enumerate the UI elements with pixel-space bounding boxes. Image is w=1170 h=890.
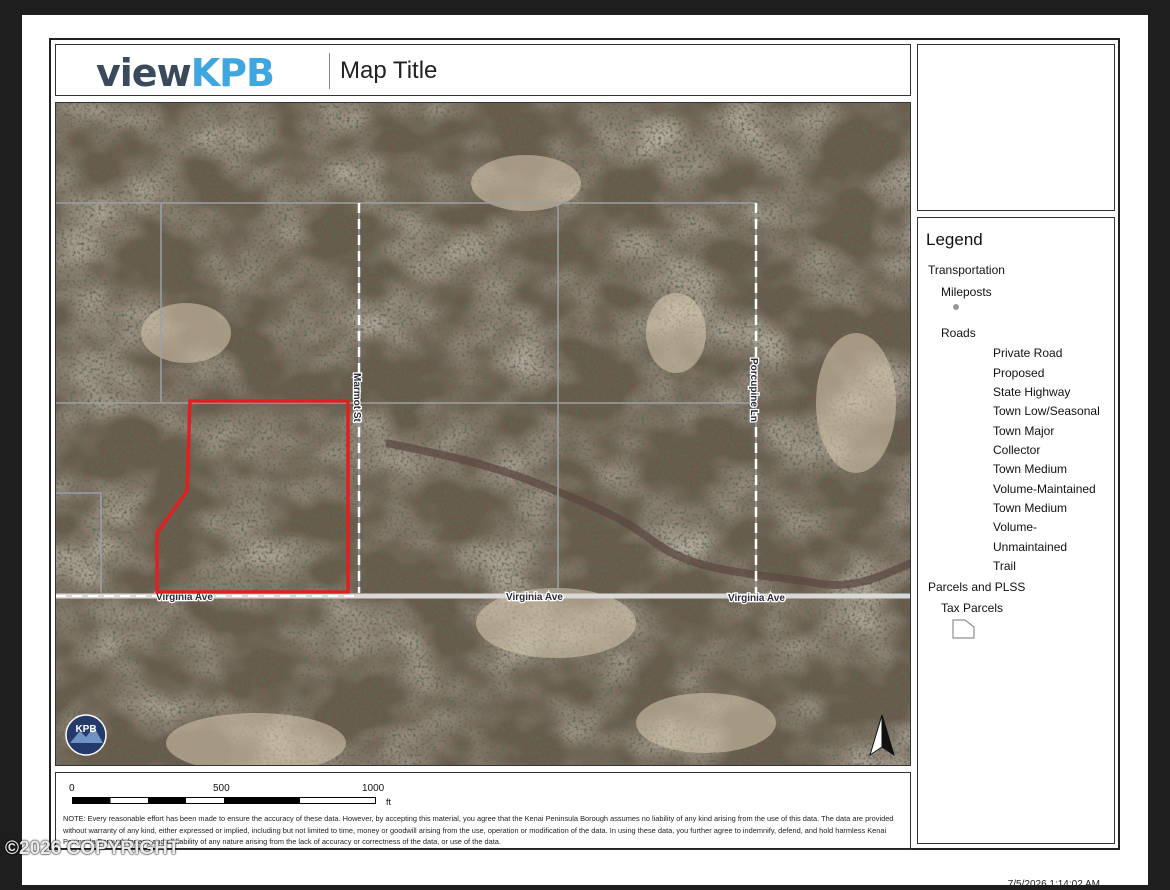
scale-label-0: 0 [69, 783, 75, 794]
scale-unit: ft [386, 797, 392, 807]
print-timestamp: 7/5/2026 1:14:02 AM [1007, 879, 1100, 890]
legend-item-state-highway: State Highway [993, 385, 1071, 399]
legend-item-unmaintained: Unmaintained [993, 540, 1068, 554]
legend-item-town-low-seasonal: Town Low/Seasonal [993, 404, 1100, 418]
legend-item-transportation: Transportation [928, 263, 1005, 277]
legend-item-private-road: Private Road [993, 346, 1063, 360]
kpb-badge-text: KPB [75, 724, 96, 735]
scale-label-1000: 1000 [362, 783, 385, 794]
legend-item-town-major: Town Major [993, 424, 1055, 438]
map-sheet: viewKPB Map Title Legend Transportation … [22, 15, 1148, 890]
legend-item-parcels-plss: Parcels and PLSS [928, 580, 1026, 594]
milepost-dot-icon [953, 304, 959, 310]
header-divider [329, 53, 330, 89]
legend-title: Legend [926, 230, 983, 249]
road-label-virginia-ave-3: Virginia Ave [728, 593, 785, 604]
footer-panel: 0 500 1000 ft NOTE: Every reasonable eff… [55, 772, 911, 850]
legend-item-trail: Trail [993, 559, 1016, 573]
legend-item-proposed: Proposed [993, 366, 1045, 380]
road-label-marmot-st: Marmot St [351, 373, 362, 423]
logo-text-view: view [96, 51, 192, 95]
legend-item-tax-parcels: Tax Parcels [941, 601, 1004, 615]
road-label-virginia-ave-2: Virginia Ave [506, 592, 563, 603]
blank-info-box [917, 44, 1115, 211]
copyright-watermark: ©2026 COPYRIGHT [5, 838, 180, 859]
legend-item-volume-maintained: Volume-Maintained [993, 482, 1096, 496]
disclaimer-note: NOTE: Every reasonable effort has been m… [63, 814, 894, 846]
map-title: Map Title [340, 57, 438, 84]
legend-item-volume: Volume- [993, 520, 1038, 534]
aerial-map-view[interactable]: Virginia Ave Virginia Ave Virginia Ave M… [55, 102, 911, 766]
scale-label-500: 500 [213, 783, 230, 794]
legend-item-town-medium-1: Town Medium [993, 462, 1068, 476]
legend-panel: Legend Transportation Mileposts Roads Pr… [917, 217, 1115, 844]
legend-item-town-medium-2: Town Medium [993, 501, 1068, 515]
scale-bar [72, 797, 376, 804]
legend-item-roads: Roads [941, 326, 976, 340]
viewkpb-logo: viewKPB [96, 51, 275, 95]
legend-item-collector: Collector [993, 443, 1041, 457]
aerial-map-svg: Virginia Ave Virginia Ave Virginia Ave M… [56, 103, 910, 765]
legend-item-mileposts: Mileposts [941, 285, 992, 299]
road-label-porcupine-ln: Porcupine Ln [748, 358, 759, 422]
header-bar: viewKPB Map Title [55, 44, 911, 96]
logo-text-kpb: KPB [190, 51, 275, 95]
tax-parcel-swatch-icon [952, 619, 975, 639]
kpb-badge-icon: KPB [65, 714, 107, 756]
